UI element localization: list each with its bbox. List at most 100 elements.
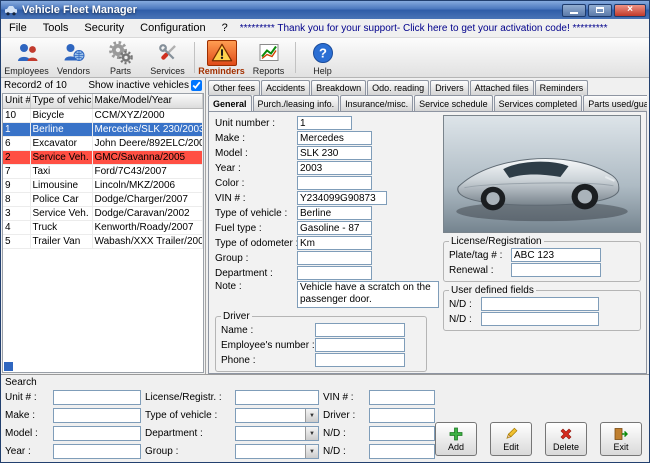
tab-purch-leasing[interactable]: Purch./leasing info. [253, 95, 340, 111]
field-label: Make : [215, 133, 297, 144]
tab-insurance-misc[interactable]: Insurance/misc. [340, 95, 413, 111]
driver-phone-input[interactable] [315, 353, 405, 367]
search-license-input[interactable] [235, 390, 319, 405]
type-of-odometer-input[interactable] [297, 236, 372, 250]
model-input[interactable] [297, 146, 372, 160]
table-row-selected[interactable]: 1BerlineMercedes/SLK 230/2003 [3, 122, 203, 136]
edit-button[interactable]: Edit [490, 422, 532, 456]
search-driver-input[interactable] [369, 408, 435, 423]
activation-banner-link[interactable]: ********* Thank you for your support- Cl… [240, 23, 608, 34]
toolbar-help[interactable]: ? Help [299, 39, 346, 76]
table-row[interactable]: 5Trailer VanWabash/XXX Trailer/2008 [3, 234, 203, 248]
field-label: N/D : [449, 314, 481, 325]
field-label: Year : [215, 163, 297, 174]
user-field-1-input[interactable] [481, 297, 599, 311]
tab-drivers[interactable]: Drivers [430, 80, 469, 95]
exit-button[interactable]: Exit [600, 422, 642, 456]
driver-employee-number-input[interactable] [315, 338, 405, 352]
vin-input[interactable] [297, 191, 387, 205]
maximize-button[interactable] [588, 4, 612, 17]
toolbar-services[interactable]: Services [144, 39, 191, 76]
driver-groupbox: Driver Name : Employee's number : Phone … [215, 311, 427, 372]
menu-file[interactable]: File [1, 20, 35, 36]
minimize-button[interactable] [562, 4, 586, 17]
toolbar-reminders[interactable]: Reminders [198, 39, 245, 76]
menu-tools[interactable]: Tools [35, 20, 77, 36]
tab-parts-used[interactable]: Parts used/guaranteed [583, 95, 647, 111]
group-input[interactable] [297, 251, 372, 265]
table-row[interactable]: 4TruckKenworth/Roady/2007 [3, 220, 203, 234]
tab-services-completed[interactable]: Services completed [494, 95, 583, 111]
tab-other-fees[interactable]: Other fees [208, 80, 260, 95]
close-button[interactable]: × [614, 4, 646, 17]
type-of-vehicle-input[interactable] [297, 206, 372, 220]
menu-configuration[interactable]: Configuration [132, 20, 213, 36]
toolbar-reports[interactable]: Reports [245, 39, 292, 76]
table-row-alert[interactable]: 2Service Veh.GMC/Savanna/2005 [3, 150, 203, 164]
menu-help[interactable]: ? [214, 20, 236, 36]
search-vin-input[interactable] [369, 390, 435, 405]
year-input[interactable] [297, 161, 372, 175]
vehicle-photo-column: License/Registration Plate/tag # : Renew… [443, 115, 641, 331]
tab-attached-files[interactable]: Attached files [470, 80, 534, 95]
table-row[interactable]: 9LimousineLincoln/MKZ/2006 [3, 178, 203, 192]
driver-name-input[interactable] [315, 323, 405, 337]
minimize-icon [570, 12, 578, 14]
color-input[interactable] [297, 176, 372, 190]
toolbar-vendors[interactable]: Vendors [50, 39, 97, 76]
search-department-label: Department : [145, 428, 231, 439]
toolbar-parts[interactable]: Parts [97, 39, 144, 76]
search-vin-label: VIN # : [323, 392, 365, 403]
chevron-down-icon: ▼ [305, 409, 318, 422]
make-input[interactable] [297, 131, 372, 145]
add-button[interactable]: Add [435, 422, 477, 456]
department-input[interactable] [297, 266, 372, 280]
tab-service-schedule[interactable]: Service schedule [414, 95, 493, 111]
table-row[interactable]: 6ExcavatorJohn Deere/892ELC/2001 [3, 136, 203, 150]
delete-button[interactable]: Delete [545, 422, 587, 456]
col-header-type[interactable]: Type of vehicle [30, 94, 92, 108]
chevron-down-icon: ▼ [305, 427, 318, 440]
tab-general[interactable]: General [208, 95, 252, 111]
close-icon: × [627, 5, 633, 15]
plate-tag-input[interactable] [511, 248, 601, 262]
tab-row-secondary: Other fees Accidents Breakdown Odo. read… [208, 80, 647, 95]
table-row[interactable]: 3Service Veh.Dodge/Caravan/2002 [3, 206, 203, 220]
tab-reminders[interactable]: Reminders [535, 80, 589, 95]
cell-type: Taxi [30, 164, 92, 178]
search-group-select[interactable]: ▼ [235, 444, 319, 459]
cell-type: Service Veh. [30, 150, 92, 164]
user-field-2-input[interactable] [481, 312, 599, 326]
tab-accidents[interactable]: Accidents [261, 80, 310, 95]
show-inactive-checkbox[interactable] [191, 80, 202, 91]
tab-odo-reading[interactable]: Odo. reading [367, 80, 429, 95]
tab-breakdown[interactable]: Breakdown [311, 80, 366, 95]
search-nd2-input[interactable] [369, 444, 435, 459]
fuel-type-input[interactable] [297, 221, 372, 235]
user-defined-fields-title: User defined fields [449, 285, 536, 296]
table-row[interactable]: 8Police CarDodge/Charger/2007 [3, 192, 203, 206]
note-textarea[interactable]: Vehicle have a scratch on the passenger … [297, 281, 439, 308]
search-nd1-input[interactable] [369, 426, 435, 441]
toolbar-employees[interactable]: Employees [3, 39, 50, 76]
renewal-input[interactable] [511, 263, 601, 277]
search-year-input[interactable] [53, 444, 141, 459]
cell-unit: 6 [3, 136, 30, 150]
field-plate-tag: Plate/tag # : [449, 248, 635, 262]
table-row[interactable]: 10BicycleCCM/XYZ/2000 [3, 108, 203, 122]
cell-unit: 2 [3, 150, 30, 164]
col-header-mmy[interactable]: Make/Model/Year [92, 94, 203, 108]
cell-mmy: Dodge/Charger/2007 [92, 192, 203, 206]
unit-number-input[interactable] [297, 116, 352, 130]
search-model-label: Model : [5, 428, 49, 439]
search-make-input[interactable] [53, 408, 141, 423]
license-groupbox-title: License/Registration [449, 236, 544, 247]
col-header-unit[interactable]: Unit # [3, 94, 30, 108]
table-row[interactable]: 7TaxiFord/7C43/2007 [3, 164, 203, 178]
menu-security[interactable]: Security [76, 20, 132, 36]
search-model-input[interactable] [53, 426, 141, 441]
search-department-select[interactable]: ▼ [235, 426, 319, 441]
search-unit-input[interactable] [53, 390, 141, 405]
search-type-select[interactable]: ▼ [235, 408, 319, 423]
record-counter: Record2 of 10 [4, 80, 67, 91]
